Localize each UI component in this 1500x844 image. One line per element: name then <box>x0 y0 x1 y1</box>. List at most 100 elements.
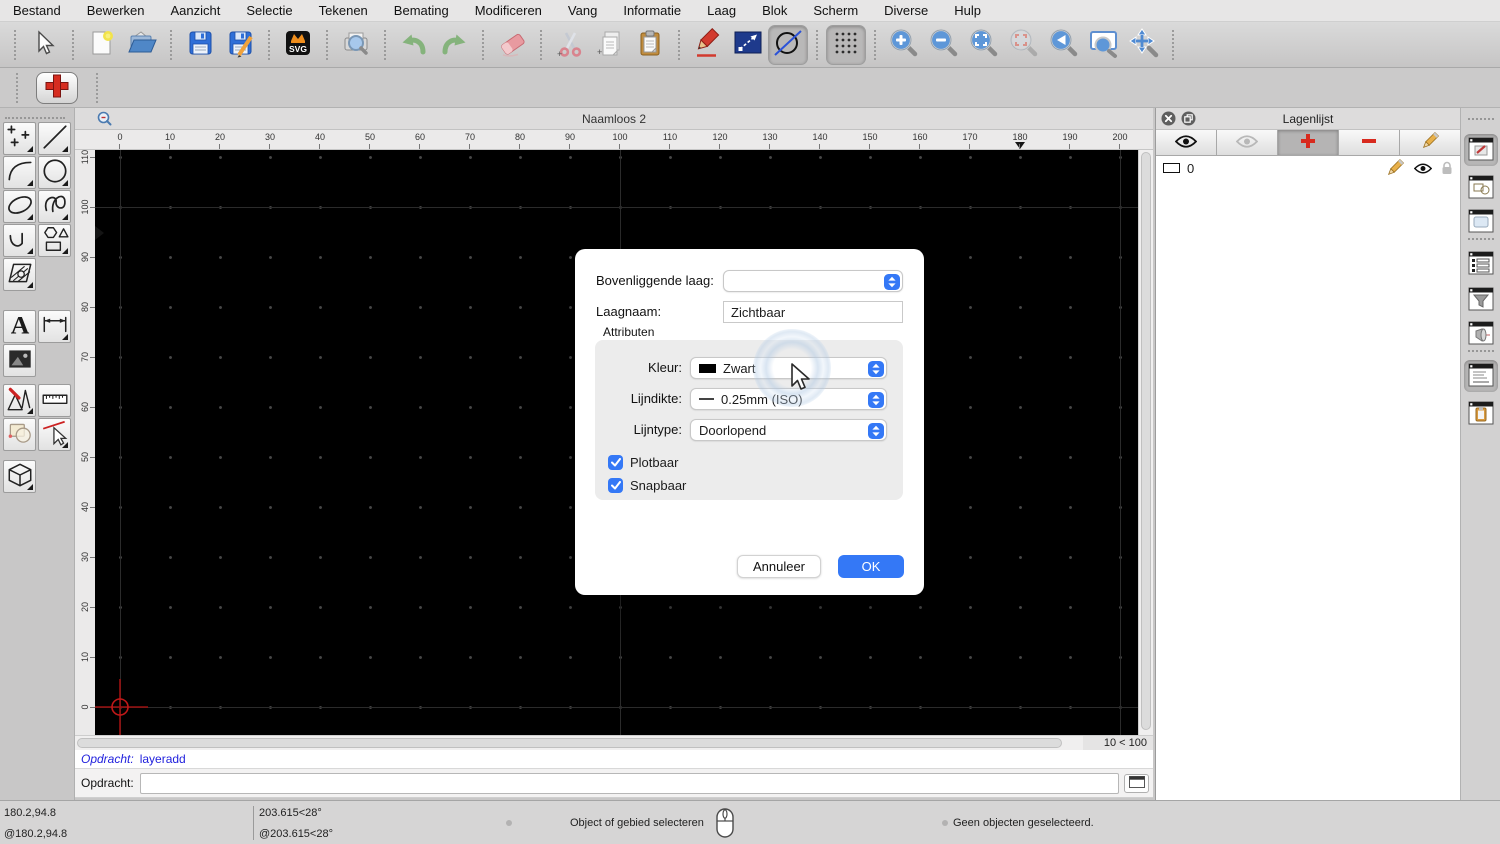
strip-handle[interactable] <box>1468 350 1494 352</box>
modify-tool-button[interactable] <box>3 418 36 451</box>
toolbar-handle[interactable] <box>96 72 98 103</box>
toolbar-handle[interactable] <box>482 29 484 60</box>
scale-tool-button[interactable] <box>728 25 768 65</box>
redo-button[interactable] <box>434 25 474 65</box>
eraser-button[interactable] <box>492 25 532 65</box>
circle-tool-button[interactable] <box>38 156 71 189</box>
menu-informatie[interactable]: Informatie <box>623 3 681 18</box>
edit-layer-button[interactable] <box>1400 130 1460 155</box>
remove-layer-button[interactable] <box>1339 130 1400 155</box>
command-input[interactable] <box>139 772 1119 794</box>
toolbar-handle[interactable] <box>874 29 876 60</box>
menu-hulp[interactable]: Hulp <box>954 3 981 18</box>
toolbar-handle[interactable] <box>72 29 74 60</box>
menu-aanzicht[interactable]: Aanzicht <box>171 3 221 18</box>
layer-list-panel-button[interactable] <box>1464 134 1498 166</box>
edit-layer-icon[interactable] <box>1385 158 1405 178</box>
point-tool-button[interactable] <box>3 122 36 155</box>
horizontal-scrollbar-thumb[interactable] <box>77 738 1062 748</box>
close-icon[interactable] <box>1161 111 1176 133</box>
image-tool-button[interactable] <box>3 344 36 377</box>
layer-row[interactable]: 0 <box>1156 156 1460 180</box>
toolbar-handle[interactable] <box>16 72 18 103</box>
solid-tool-button[interactable] <box>3 460 36 493</box>
copy-button[interactable]: + <box>590 25 630 65</box>
toolbar-handle[interactable] <box>326 29 328 60</box>
horizontal-scrollbar[interactable] <box>75 735 1083 750</box>
layer-name-field[interactable]: Zichtbaar <box>723 301 903 323</box>
zoom-window-button[interactable] <box>1084 25 1124 65</box>
cancel-button[interactable]: Annuleer <box>737 555 821 578</box>
toolbar-handle[interactable] <box>268 29 270 60</box>
block-list-panel-button[interactable] <box>1464 172 1498 204</box>
menu-tekenen[interactable]: Tekenen <box>319 3 368 18</box>
strip-handle[interactable] <box>1468 238 1494 240</box>
vertical-scrollbar[interactable] <box>1138 150 1153 735</box>
parent-layer-select[interactable] <box>723 270 903 292</box>
save-button[interactable] <box>180 25 220 65</box>
add-layer-tool-button[interactable] <box>36 71 78 104</box>
strip-handle[interactable] <box>1468 118 1494 120</box>
menu-modificeren[interactable]: Modificeren <box>475 3 542 18</box>
toolbar-handle[interactable] <box>14 29 16 60</box>
show-all-layers-button[interactable] <box>1156 130 1217 155</box>
select-arrow-button[interactable] <box>24 25 64 65</box>
print-preview-button[interactable] <box>336 25 376 65</box>
detach-icon[interactable] <box>1181 111 1196 133</box>
add-layer-button[interactable] <box>1278 130 1339 155</box>
ok-button[interactable]: OK <box>838 555 904 578</box>
new-file-button[interactable] <box>82 25 122 65</box>
grid-toggle-button[interactable] <box>826 24 866 65</box>
menu-bemating[interactable]: Bemating <box>394 3 449 18</box>
view-panel-button[interactable] <box>1464 318 1498 350</box>
layer-lock-icon[interactable] <box>1441 161 1453 175</box>
command-line-panel-button[interactable] <box>1464 360 1498 392</box>
menu-laag[interactable]: Laag <box>707 3 736 18</box>
toolbar-handle[interactable] <box>1172 29 1174 60</box>
cad-draw-tool-button[interactable] <box>3 384 36 417</box>
snap-tool-button[interactable] <box>38 418 71 451</box>
draw-pencil-button[interactable] <box>688 25 728 65</box>
hatch-tool-button[interactable] <box>3 258 36 291</box>
command-window-toggle-button[interactable] <box>1124 773 1149 793</box>
undo-button[interactable] <box>394 25 434 65</box>
menu-scherm[interactable]: Scherm <box>813 3 858 18</box>
panel-titlebar[interactable]: Lagenlijst <box>1156 108 1460 130</box>
text-tool-button[interactable]: A <box>3 310 36 343</box>
linetype-select[interactable]: Doorlopend <box>690 419 887 441</box>
toolbar-handle[interactable] <box>170 29 172 60</box>
hide-all-layers-button[interactable] <box>1217 130 1278 155</box>
spline-tool-button[interactable] <box>38 190 71 223</box>
save-as-button[interactable] <box>220 25 260 65</box>
ellipse-tool-button[interactable] <box>3 190 36 223</box>
zoom-out-button[interactable] <box>924 25 964 65</box>
zoom-previous-button[interactable] <box>1044 25 1084 65</box>
arc-tool-button[interactable] <box>3 156 36 189</box>
toolbar-handle[interactable] <box>384 29 386 60</box>
list-view-panel-button[interactable] <box>1464 248 1498 280</box>
menu-vang[interactable]: Vang <box>568 3 597 18</box>
toolbar-handle[interactable] <box>678 29 680 60</box>
svg-export-button[interactable]: SVG <box>278 25 318 65</box>
toolbar-handle[interactable] <box>540 29 542 60</box>
dimension-tool-button[interactable] <box>38 310 71 343</box>
selection-filter-panel-button[interactable] <box>1464 284 1498 316</box>
menu-diverse[interactable]: Diverse <box>884 3 928 18</box>
zoom-pan-button[interactable] <box>1124 25 1164 65</box>
measure-tool-button[interactable] <box>38 384 71 417</box>
menu-blok[interactable]: Blok <box>762 3 787 18</box>
toolbar-handle[interactable] <box>816 29 818 60</box>
layer-visible-icon[interactable] <box>1414 162 1432 174</box>
construction-mode-button[interactable] <box>768 24 808 65</box>
line-tool-button[interactable] <box>38 122 71 155</box>
cut-button[interactable]: + <box>550 25 590 65</box>
shape-tool-button[interactable] <box>38 224 71 257</box>
checkbox-snapbaar[interactable]: Snapbaar <box>608 475 686 495</box>
open-file-button[interactable] <box>122 25 162 65</box>
checkbox-plotbaar[interactable]: Plotbaar <box>608 452 678 472</box>
document-titlebar[interactable]: Naamloos 2 <box>75 108 1153 130</box>
library-browser-panel-button[interactable] <box>1464 206 1498 238</box>
zoom-in-button[interactable] <box>884 25 924 65</box>
zoom-selection-button[interactable] <box>1004 25 1044 65</box>
menu-bewerken[interactable]: Bewerken <box>87 3 145 18</box>
